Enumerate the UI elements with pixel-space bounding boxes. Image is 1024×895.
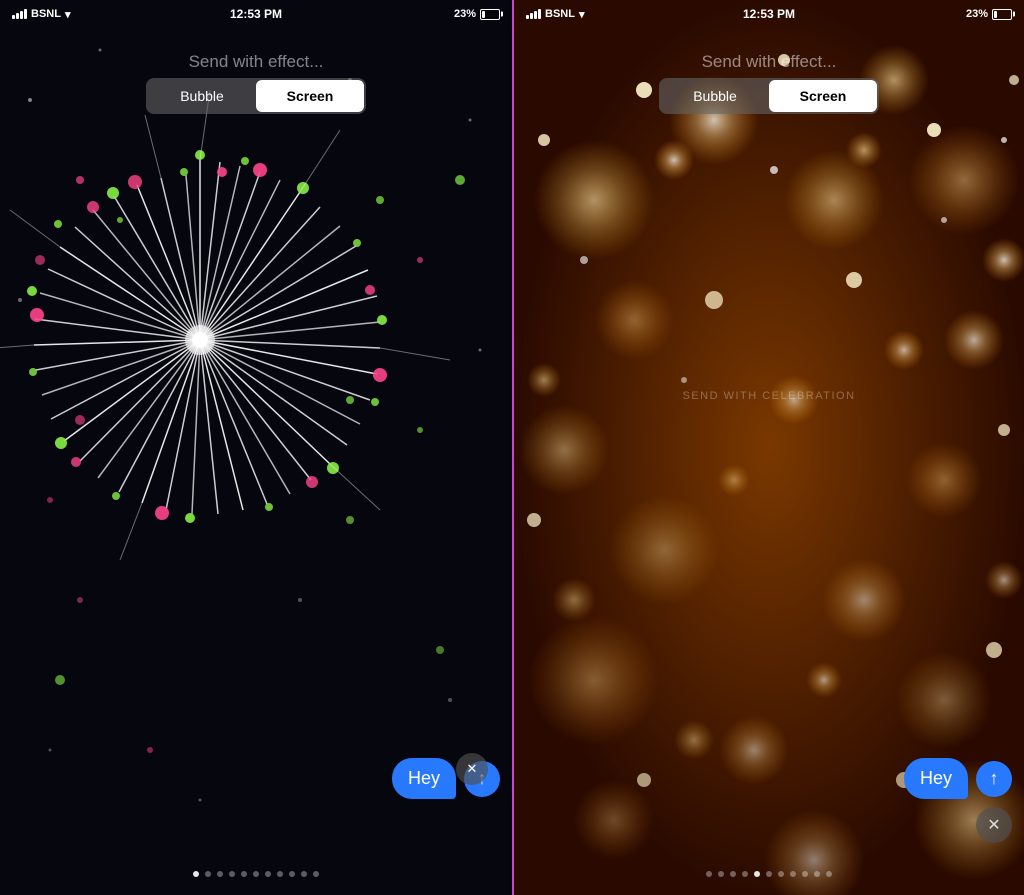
right-bubble-tab[interactable]: Bubble bbox=[661, 80, 769, 112]
right-segment-control: Bubble Screen bbox=[659, 78, 879, 114]
dot-10 bbox=[313, 871, 319, 877]
left-carrier-signal: BSNL ▾ bbox=[12, 8, 70, 21]
right-dot-0 bbox=[706, 871, 712, 877]
right-dot-5 bbox=[766, 871, 772, 877]
right-phone-panel: BSNL ▾ 12:53 PM 23% Send with effect... … bbox=[512, 0, 1024, 895]
right-dot-2 bbox=[730, 871, 736, 877]
right-battery-icon bbox=[992, 9, 1012, 20]
right-effect-title: Send with effect... bbox=[514, 52, 1024, 72]
battery-icon bbox=[480, 9, 500, 20]
right-cancel-button[interactable]: ✕ bbox=[976, 807, 1012, 843]
signal-bars bbox=[12, 9, 27, 19]
right-carrier-signal: BSNL ▾ bbox=[526, 8, 584, 21]
right-dot-9 bbox=[814, 871, 820, 877]
right-signal-bars bbox=[526, 9, 541, 19]
dot-4 bbox=[241, 871, 247, 877]
right-dot-10 bbox=[826, 871, 832, 877]
right-carrier: BSNL bbox=[545, 8, 575, 20]
right-bubble-row: Hey ↑ bbox=[904, 758, 1012, 799]
celebration-label: SEND WITH CELEBRATION bbox=[514, 390, 1024, 402]
dot-2 bbox=[217, 871, 223, 877]
right-battery: 23% bbox=[966, 8, 1012, 20]
dot-9 bbox=[301, 871, 307, 877]
right-dot-1 bbox=[718, 871, 724, 877]
right-send-button[interactable]: ↑ bbox=[976, 761, 1012, 797]
right-time: 12:53 PM bbox=[743, 7, 795, 21]
dot-1 bbox=[205, 871, 211, 877]
right-screen-tab[interactable]: Screen bbox=[769, 80, 877, 112]
left-battery: 23% bbox=[454, 8, 500, 20]
wifi-icon: ▾ bbox=[65, 8, 71, 21]
right-status-bar: BSNL ▾ 12:53 PM 23% bbox=[514, 0, 1024, 28]
left-segment-control: Bubble Screen bbox=[146, 78, 366, 114]
right-page-dots bbox=[514, 871, 1024, 877]
dot-0 bbox=[193, 871, 199, 877]
right-message-bubble: Hey bbox=[904, 758, 968, 799]
left-carrier: BSNL bbox=[31, 8, 61, 20]
left-phone-panel: BSNL ▾ 12:53 PM 23% Send with effect... … bbox=[0, 0, 512, 895]
right-dot-8 bbox=[802, 871, 808, 877]
left-effect-title: Send with effect... bbox=[0, 52, 512, 72]
left-cancel-button[interactable]: ✕ bbox=[456, 753, 488, 785]
dot-3 bbox=[229, 871, 235, 877]
dot-5 bbox=[253, 871, 259, 877]
left-page-dots bbox=[0, 871, 512, 877]
right-wifi-icon: ▾ bbox=[579, 8, 585, 21]
left-message-bubble: Hey bbox=[392, 758, 456, 799]
right-dot-3 bbox=[742, 871, 748, 877]
dot-6 bbox=[265, 871, 271, 877]
right-dot-6 bbox=[778, 871, 784, 877]
right-dot-7 bbox=[790, 871, 796, 877]
left-screen-tab[interactable]: Screen bbox=[256, 80, 364, 112]
dot-7 bbox=[277, 871, 283, 877]
left-time: 12:53 PM bbox=[230, 7, 282, 21]
left-bubble-tab[interactable]: Bubble bbox=[148, 80, 256, 112]
right-dot-4 bbox=[754, 871, 760, 877]
left-status-bar: BSNL ▾ 12:53 PM 23% bbox=[0, 0, 512, 28]
dot-8 bbox=[289, 871, 295, 877]
